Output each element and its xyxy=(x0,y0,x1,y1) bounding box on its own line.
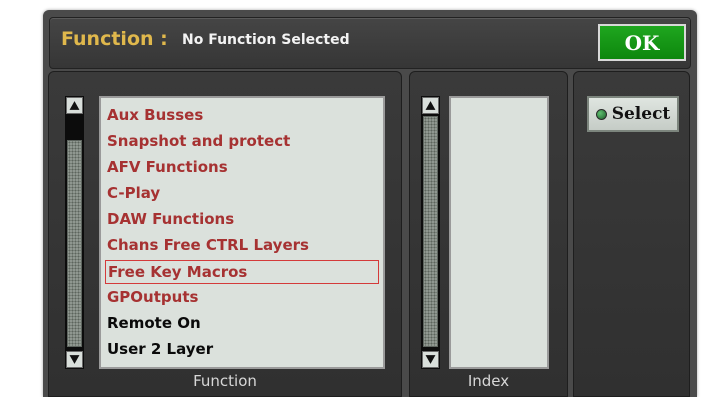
list-item[interactable]: User 2 Layer xyxy=(105,338,379,362)
index-list[interactable] xyxy=(449,96,549,369)
index-scrollbar[interactable] xyxy=(421,96,440,369)
function-scrollbar[interactable] xyxy=(65,96,84,369)
triangle-up-icon xyxy=(425,101,436,110)
scroll-thumb[interactable] xyxy=(423,116,438,347)
list-item[interactable]: C-Play xyxy=(105,182,379,206)
scroll-down-button[interactable] xyxy=(66,351,83,368)
triangle-down-icon xyxy=(425,355,436,364)
led-dot-icon xyxy=(595,108,607,120)
list-item[interactable]: Aux Busses xyxy=(105,104,379,128)
select-panel: Select xyxy=(573,71,690,397)
triangle-up-icon xyxy=(69,101,80,110)
list-item[interactable]: DAW Functions xyxy=(105,208,379,232)
scroll-up-button[interactable] xyxy=(66,97,83,114)
index-caption: Index xyxy=(467,372,510,390)
ok-button[interactable]: OK xyxy=(598,24,686,61)
scroll-up-button[interactable] xyxy=(422,97,439,114)
scroll-thumb[interactable] xyxy=(67,140,82,347)
function-caption: Function xyxy=(193,372,257,390)
triangle-down-icon xyxy=(69,355,80,364)
selected-function-value: No Function Selected xyxy=(182,32,350,48)
list-item[interactable]: Free Key Macros xyxy=(105,260,379,284)
select-button-label: Select xyxy=(611,104,671,124)
function-panel: Aux Busses Snapshot and protect AFV Functi… xyxy=(48,71,402,397)
list-item[interactable]: Chans Free CTRL Layers xyxy=(105,234,379,258)
list-item[interactable]: AFV Functions xyxy=(105,156,379,180)
scroll-down-button[interactable] xyxy=(422,351,439,368)
function-dialog: Function : No Function Selected OK Aux B… xyxy=(43,10,697,397)
list-item[interactable]: GPOutputs xyxy=(105,286,379,310)
index-panel: Index xyxy=(409,71,568,397)
function-list[interactable]: Aux Busses Snapshot and protect AFV Functi… xyxy=(99,96,385,369)
title-label: Function : xyxy=(61,28,168,50)
list-item[interactable]: Remote On xyxy=(105,312,379,336)
list-item[interactable]: Snapshot and protect xyxy=(105,130,379,154)
select-button[interactable]: Select xyxy=(587,96,679,132)
title-bar: Function : No Function Selected OK xyxy=(49,17,691,69)
